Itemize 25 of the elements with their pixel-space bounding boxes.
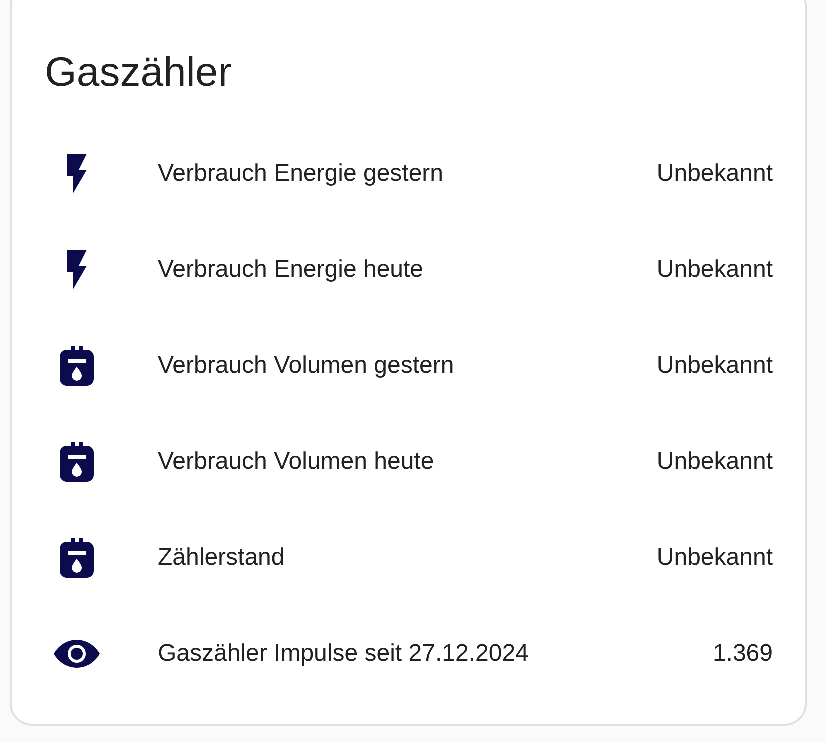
card-title: Gaszähler — [45, 48, 233, 96]
entity-name: Verbrauch Volumen gestern — [158, 352, 456, 380]
entity-name: Verbrauch Volumen heute — [158, 448, 436, 476]
entity-value: Unbekannt — [656, 256, 773, 284]
entity-name: Zählerstand — [158, 544, 286, 572]
flash-icon — [65, 152, 89, 196]
eye-icon — [54, 640, 100, 668]
meter-icon — [60, 538, 94, 578]
entity-row[interactable]: Verbrauch Volumen heute Unbekannt — [12, 414, 773, 510]
entity-value: 1.369 — [712, 640, 773, 668]
entity-row[interactable]: Zählerstand Unbekannt — [12, 510, 773, 606]
entity-name: Verbrauch Energie gestern — [158, 160, 445, 188]
entity-row[interactable]: Verbrauch Energie heute Unbekannt — [12, 222, 773, 318]
entity-value: Unbekannt — [656, 544, 773, 572]
entity-value: Unbekannt — [656, 352, 773, 380]
entity-name: Gaszähler Impulse seit 27.12.2024 — [158, 640, 530, 668]
flash-icon — [65, 248, 89, 292]
entity-row[interactable]: Verbrauch Volumen gestern Unbekannt — [12, 318, 773, 414]
entity-row[interactable]: Gaszähler Impulse seit 27.12.2024 1.369 — [12, 606, 773, 702]
meter-icon — [60, 346, 94, 386]
entity-value: Unbekannt — [656, 448, 773, 476]
entity-row[interactable]: Verbrauch Energie gestern Unbekannt — [12, 126, 773, 222]
entity-name: Verbrauch Energie heute — [158, 256, 425, 284]
entity-value: Unbekannt — [656, 160, 773, 188]
meter-icon — [60, 442, 94, 482]
